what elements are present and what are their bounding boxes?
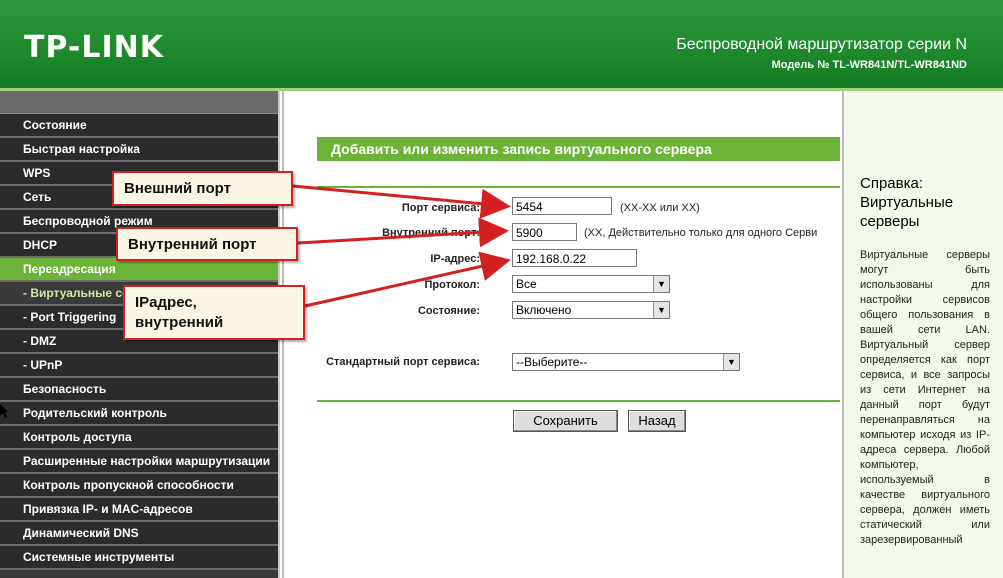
- chevron-down-icon[interactable]: ▼: [653, 302, 669, 318]
- sidebar-item[interactable]: Динамический DNS: [0, 522, 278, 546]
- protocol-label: Протокол:: [424, 279, 481, 291]
- internal-port-label: Внутренний порт:: [382, 227, 480, 239]
- internal-port-hint: (XX, Действительно только для одного Сер…: [584, 227, 818, 239]
- header-banner: TP-LINK Беспроводной маршрутизатор серии…: [0, 0, 1003, 91]
- divider-top: [317, 186, 840, 188]
- save-button[interactable]: Сохранить: [513, 410, 618, 432]
- section-title: Добавить или изменить запись виртуальног…: [317, 137, 840, 161]
- back-button[interactable]: Назад: [628, 410, 686, 432]
- callout-ip-line2: внутренний: [135, 314, 224, 331]
- chevron-down-icon[interactable]: ▼: [723, 354, 739, 370]
- service-port-label: Порт сервиса:: [401, 202, 480, 214]
- std-port-select[interactable]: --Выберите-- ▼: [512, 353, 740, 371]
- protocol-select-value: Все: [516, 277, 537, 291]
- protocol-select[interactable]: Все ▼: [512, 275, 670, 293]
- std-port-label: Стандартный порт сервиса:: [326, 356, 480, 368]
- help-title: Справка: Виртуальные серверы: [860, 175, 954, 230]
- sidebar-item[interactable]: Переадресация: [0, 258, 278, 282]
- chevron-down-icon[interactable]: ▼: [653, 276, 669, 292]
- sidebar-item[interactable]: Контроль пропускной способности: [0, 474, 278, 498]
- sidebar-item[interactable]: Привязка IP- и MAC-адресов: [0, 498, 278, 522]
- main-content: Добавить или изменить запись виртуальног…: [282, 91, 842, 578]
- mouse-cursor-icon: [0, 404, 8, 418]
- sidebar-item[interactable]: Быстрая настройка: [0, 138, 278, 162]
- callout-internal-port: Внутренний порт: [116, 227, 298, 261]
- help-panel: Справка: Виртуальные серверы Виртуальные…: [842, 91, 1003, 578]
- sidebar-item[interactable]: Родительский контроль: [0, 402, 278, 426]
- internal-port-input[interactable]: 5900: [512, 223, 577, 241]
- std-port-select-value: --Выберите--: [516, 355, 588, 369]
- sidebar-top-bar: [0, 91, 278, 114]
- status-select-value: Включено: [516, 303, 572, 317]
- header-model: Модель № TL-WR841N/TL-WR841ND: [771, 59, 967, 71]
- sidebar-item[interactable]: Контроль доступа: [0, 426, 278, 450]
- tp-link-logo: TP-LINK: [24, 30, 165, 65]
- status-label: Состояние:: [417, 305, 480, 317]
- sidebar-item[interactable]: Системные инструменты: [0, 546, 278, 570]
- callout-ip-line1: IPадрес,: [135, 294, 197, 311]
- status-select[interactable]: Включено ▼: [512, 301, 670, 319]
- callout-external-port: Внешний порт: [112, 171, 293, 206]
- help-text: Виртуальные серверы могут быть использов…: [860, 249, 990, 546]
- divider-bottom: [317, 400, 840, 402]
- header-title: Беспроводной маршрутизатор серии N: [676, 36, 967, 53]
- sidebar-item[interactable]: - UPnP: [0, 354, 278, 378]
- ip-address-input[interactable]: 192.168.0.22: [512, 249, 637, 267]
- service-port-input[interactable]: 5454: [512, 197, 612, 215]
- ip-address-label: IP-адрес:: [430, 253, 480, 265]
- callout-ip-internal: IPадрес, внутренний: [123, 285, 305, 340]
- service-port-hint: (XX-XX или XX): [620, 202, 700, 214]
- sidebar-item[interactable]: Расширенные настройки маршрутизации: [0, 450, 278, 474]
- sidebar-item[interactable]: Состояние: [0, 114, 278, 138]
- sidebar-item[interactable]: Безопасность: [0, 378, 278, 402]
